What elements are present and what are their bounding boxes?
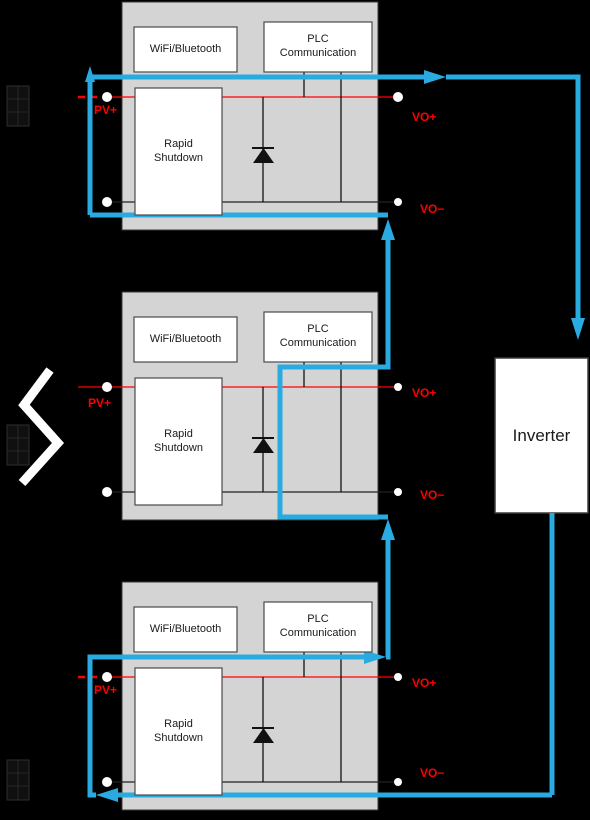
wifi-bluetooth-label-middle: WiFi/Bluetooth	[149, 332, 222, 345]
terminal-vo-negative-middle	[394, 488, 402, 496]
solar-panel-icon-top	[6, 85, 30, 127]
terminal-pv-positive-middle	[102, 382, 112, 392]
terminal-vo-positive-bottom	[394, 673, 402, 681]
pv-panel-icons	[6, 85, 65, 801]
plc-communication-label-bottom: PLC Communication	[279, 613, 357, 639]
rapid-shutdown-label-top: Rapid Shutdown	[154, 137, 203, 164]
solar-panel-icon-bottom	[6, 759, 30, 801]
blue-arrow-left-bottom	[96, 788, 118, 802]
terminal-pv-negative-top	[102, 197, 112, 207]
terminal-vo-negative-top	[394, 198, 402, 206]
pv-positive-label-top: PV+	[94, 103, 118, 117]
rapid-shutdown-label-bottom: Rapid Shutdown	[154, 717, 203, 744]
terminal-vo-positive-middle	[394, 383, 402, 391]
vo-negative-label-top: VO−	[420, 202, 445, 216]
blue-arrow-up-top	[85, 66, 95, 82]
vo-positive-label-top: VO+	[412, 110, 437, 124]
pv-positive-label-middle: PV+	[88, 396, 112, 410]
wifi-bluetooth-label-bottom: WiFi/Bluetooth	[149, 622, 222, 635]
solar-panel-icon-middle	[6, 424, 30, 466]
plc-communication-label-top: PLC Communication	[279, 33, 357, 59]
diagram-canvas: WiFi/Bluetooth PLC Communication Rapid S…	[0, 0, 590, 820]
blue-arrow-down-inverter	[571, 318, 585, 340]
terminal-vo-negative-bottom	[394, 778, 402, 786]
terminal-pv-positive-top	[102, 92, 112, 102]
blue-bottom-to-mid-riser	[385, 578, 391, 660]
terminal-pv-positive-bottom	[102, 672, 112, 682]
wifi-bluetooth-label-top: WiFi/Bluetooth	[149, 42, 222, 55]
vo-positive-label-middle: VO+	[412, 386, 437, 400]
terminal-pv-negative-bottom	[102, 777, 112, 787]
vo-positive-label-bottom: VO+	[412, 676, 437, 690]
blue-to-inverter-run	[446, 74, 581, 320]
vo-negative-label-bottom: VO−	[420, 766, 445, 780]
terminal-pv-negative-middle	[102, 487, 112, 497]
rapid-shutdown-label-middle: Rapid Shutdown	[154, 427, 203, 454]
plc-communication-label-middle: PLC Communication	[279, 323, 357, 349]
blue-arrow-up-from-bottom	[381, 519, 395, 540]
blue-arrow-right-top	[424, 70, 446, 84]
inverter-label: Inverter	[512, 425, 571, 445]
vo-negative-label-middle: VO−	[420, 488, 445, 502]
blue-arrow-up-from-middle	[381, 219, 395, 240]
terminal-vo-positive-top	[393, 92, 403, 102]
pv-positive-label-bottom: PV+	[94, 683, 118, 697]
